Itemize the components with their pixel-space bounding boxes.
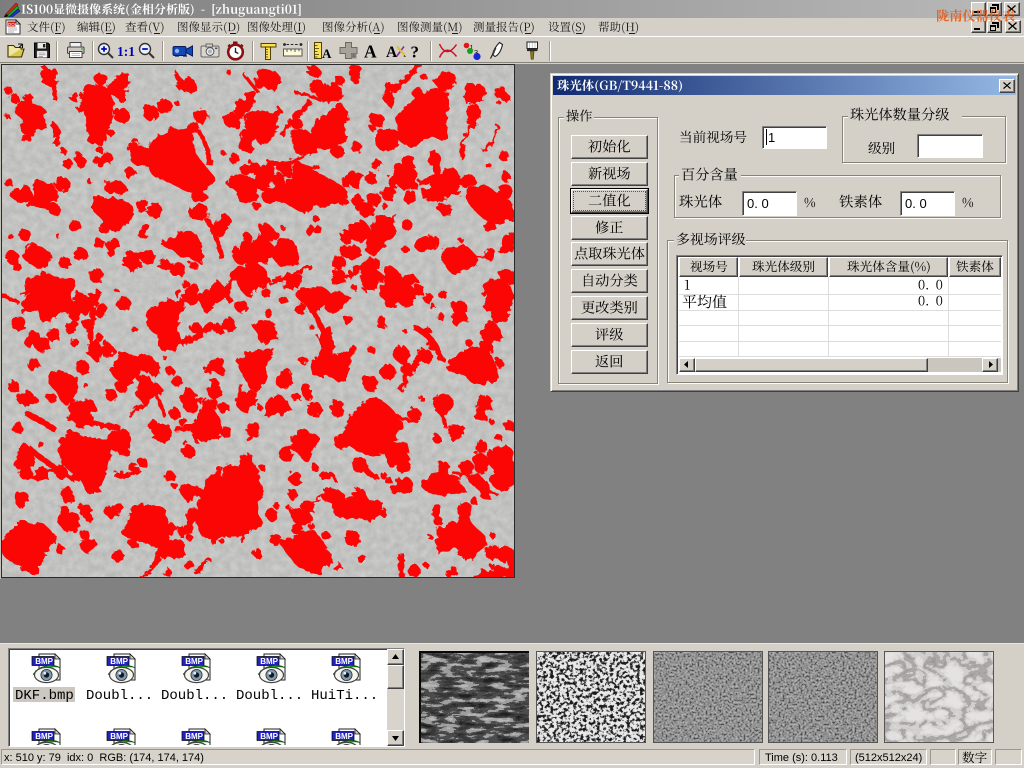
svg-text:A: A [386,44,398,61]
svg-text:DOC: DOC [8,22,19,27]
svg-text:BMP: BMP [110,657,128,666]
svg-text:1:1: 1:1 [117,44,135,59]
svg-text:A: A [322,46,332,61]
svg-text:BMP: BMP [185,657,203,666]
svg-text:BMP: BMP [260,657,278,666]
svg-text:BMP: BMP [335,732,353,741]
svg-text:BMP: BMP [260,732,278,741]
svg-text:BMP: BMP [185,732,203,741]
svg-text:BMP: BMP [35,657,53,666]
svg-text:BMP: BMP [35,732,53,741]
svg-text:A: A [364,42,377,62]
svg-text:BMP: BMP [335,657,353,666]
svg-text:?: ? [411,43,420,62]
svg-text:BMP: BMP [110,732,128,741]
